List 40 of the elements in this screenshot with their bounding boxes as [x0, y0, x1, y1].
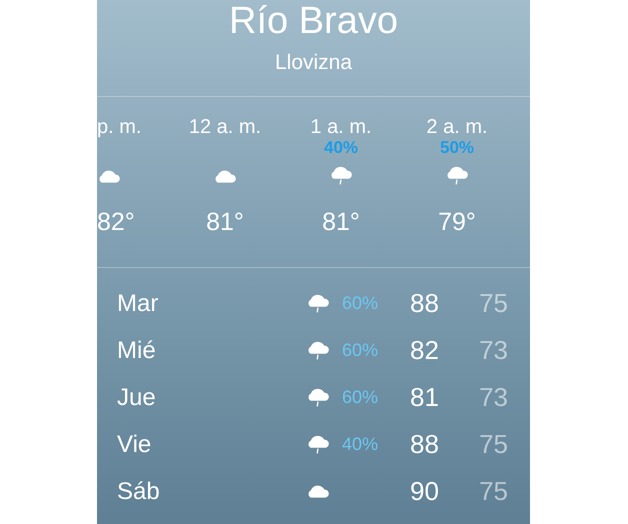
cloud-icon	[306, 484, 330, 499]
hour-temperature: 79°	[438, 208, 476, 237]
high-temperature: 82	[409, 335, 440, 366]
low-temperature: 75	[478, 429, 508, 460]
rain-cloud-icon	[306, 434, 330, 454]
rain-cloud-icon	[306, 294, 330, 314]
city-name: Río Bravo	[229, 1, 398, 41]
precip-chance: 40%	[324, 138, 358, 157]
hour-label: 12 a. m.	[188, 116, 262, 138]
high-temperature: 90	[409, 476, 440, 507]
day-name: Mié	[117, 336, 157, 364]
precip-chance: 40%	[342, 434, 378, 454]
precip-chance: 60%	[342, 387, 378, 407]
low-temperature: 73	[478, 382, 508, 413]
hour-temperature: 81°	[206, 208, 244, 237]
precip-chance: 60%	[342, 293, 378, 313]
high-temperature: 88	[409, 429, 440, 460]
precip-chance: 50%	[440, 138, 474, 157]
day-name: Mar	[117, 290, 160, 318]
rain-cloud-icon	[306, 340, 330, 360]
hour-temperature: 82°	[97, 208, 135, 237]
hour-temperature: 81°	[322, 208, 360, 237]
precip-chance: 60%	[342, 340, 378, 360]
cloud-icon	[97, 168, 121, 184]
weather-condition: Llovizna	[274, 51, 352, 75]
day-name: Vie	[117, 430, 152, 458]
high-temperature: 81	[409, 382, 440, 413]
hour-label: 1 a. m.	[310, 116, 372, 138]
low-temperature: 75	[478, 476, 508, 507]
low-temperature: 75	[478, 288, 508, 319]
high-temperature: 88	[409, 288, 440, 319]
hour-label: 2 a. m.	[426, 116, 488, 138]
low-temperature: 73	[478, 335, 508, 366]
rain-cloud-icon	[329, 166, 353, 186]
rain-cloud-icon	[306, 388, 330, 408]
day-name: Jue	[117, 384, 157, 412]
rain-cloud-icon	[445, 166, 469, 186]
hour-label: p. m.	[97, 116, 142, 138]
day-name: Sáb	[117, 478, 161, 506]
cloud-icon	[213, 168, 237, 184]
